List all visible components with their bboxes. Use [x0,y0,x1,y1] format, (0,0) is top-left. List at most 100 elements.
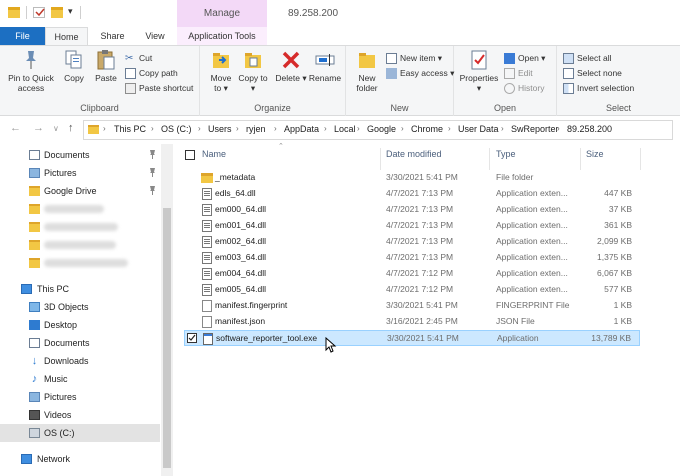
table-row[interactable]: software_reporter_tool.exe 3/30/2021 5:41… [184,330,640,346]
table-row[interactable]: em005_64.dll 4/7/2021 7:12 PM Application … [184,282,640,298]
rename-button[interactable]: Rename [308,49,342,83]
invert-selection-button[interactable]: Invert selection [563,81,634,96]
column-divider[interactable] [580,148,581,170]
table-row[interactable]: em002_64.dll 4/7/2021 7:13 PM Application … [184,234,640,250]
recent-locations-chevron-down-icon[interactable]: ∨ [53,124,59,133]
copy-path-button[interactable]: Copy path [125,66,178,81]
tab-file[interactable]: File [0,27,45,45]
up-arrow-icon[interactable]: ↑ [68,122,74,134]
breadcrumb-chrome[interactable]: Chrome [411,124,443,134]
breadcrumb-user-data[interactable]: User Data [458,124,499,134]
history-button[interactable]: History [504,81,544,96]
copy-to-button[interactable]: Copy to ▾ [238,49,268,93]
table-row[interactable]: em001_64.dll 4/7/2021 7:13 PM Application … [184,218,640,234]
tab-home[interactable]: Home [45,27,88,45]
table-row[interactable]: em004_64.dll 4/7/2021 7:12 PM Application … [184,266,640,282]
pin-icon[interactable] [149,168,156,177]
column-header-type[interactable]: Type [496,149,516,159]
pin-icon[interactable] [149,186,156,195]
nav-item-documents[interactable]: Documents [0,334,160,352]
pin-icon[interactable] [149,150,156,159]
nav-item-blurred[interactable] [0,200,160,218]
paste-button[interactable]: Paste [91,49,121,83]
column-divider[interactable] [640,148,641,170]
properties-check-icon[interactable] [33,7,45,18]
pin-to-quick-access-button[interactable]: Pin to Quick access [4,49,58,93]
new-folder-button[interactable]: New folder [351,49,383,93]
breadcrumb-separator[interactable]: › [324,124,327,133]
nav-item-videos[interactable]: Videos [0,406,160,424]
tab-application-tools[interactable]: Application Tools [177,27,267,45]
nav-item-google-drive[interactable]: Google Drive [0,182,160,200]
nav-item-pictures-quick[interactable]: Pictures [0,164,160,182]
nav-item-network[interactable]: Network [0,450,160,468]
edit-button[interactable]: Edit [504,66,533,81]
nav-item-desktop[interactable]: Desktop [0,316,160,334]
breadcrumb-separator[interactable]: › [236,124,239,133]
breadcrumb-google[interactable]: Google [367,124,396,134]
nav-item-blurred[interactable] [0,218,160,236]
breadcrumb-separator[interactable]: › [151,124,154,133]
nav-pane-scrollbar-thumb[interactable] [163,208,171,468]
tab-view[interactable]: View [136,27,174,45]
nav-item-pictures[interactable]: Pictures [0,388,160,406]
column-header-name[interactable]: Name [202,149,226,159]
back-arrow-icon[interactable]: ← [10,122,21,134]
breadcrumb-users[interactable]: Users [208,124,232,134]
nav-item-documents-quick[interactable]: Documents [0,146,160,164]
breadcrumb-separator[interactable]: › [448,124,451,133]
breadcrumb-separator[interactable]: › [401,124,404,133]
nav-item-3d-objects[interactable]: 3D Objects [0,298,160,316]
breadcrumb-separator[interactable]: › [557,124,560,133]
new-item-button[interactable]: New item ▾ [386,51,442,66]
nav-item-music[interactable]: ♪ Music [0,370,160,388]
column-header-date[interactable]: Date modified [386,149,442,159]
customize-toolbar-chevron-down-icon[interactable]: ▾ [68,6,73,17]
manage-tab[interactable]: Manage [177,0,267,27]
breadcrumb-local[interactable]: Local [334,124,356,134]
select-none-button[interactable]: Select none [563,66,622,81]
breadcrumb-separator[interactable]: › [274,124,277,133]
breadcrumb-separator[interactable]: › [198,124,201,133]
copy-button[interactable]: Copy [60,49,88,83]
table-row[interactable]: manifest.fingerprint 3/30/2021 5:41 PM FIN… [184,298,640,314]
column-divider[interactable] [380,148,381,170]
column-divider[interactable] [489,148,490,170]
pin-label: Pin to Quick access [8,73,54,93]
address-bar[interactable]: › This PC › OS (C:) › Users › ryjen › Ap… [83,120,673,140]
nav-item-downloads[interactable]: ↓ Downloads [0,352,160,370]
open-button[interactable]: Open ▾ [504,51,545,66]
cut-button[interactable]: ✂ Cut [125,51,152,66]
select-all-button[interactable]: Select all [563,51,612,66]
table-row[interactable]: _metadata 3/30/2021 5:41 PM File folder [184,170,640,186]
breadcrumb-swreporter[interactable]: SwReporter [511,124,559,134]
select-all-checkbox[interactable] [185,150,195,160]
column-header-size[interactable]: Size [586,149,604,159]
nav-item-os-c[interactable]: OS (C:) [0,424,160,442]
easy-access-button[interactable]: Easy access ▾ [386,66,454,81]
table-row[interactable]: edls_64.dll 4/7/2021 7:13 PM Application e… [184,186,640,202]
move-to-button[interactable]: Move to ▾ [206,49,236,93]
nav-item-blurred[interactable] [0,236,160,254]
breadcrumb-appdata[interactable]: AppData [284,124,319,134]
new-folder-icon[interactable] [51,7,63,18]
breadcrumb-current-folder[interactable]: 89.258.200 [567,124,612,134]
nav-item-this-pc[interactable]: This PC [0,280,160,298]
paste-clipboard-icon [97,50,115,70]
nav-item-blurred[interactable] [0,254,160,272]
breadcrumb-os-c[interactable]: OS (C:) [161,124,192,134]
delete-button[interactable]: Delete ▾ [275,49,307,83]
properties-button[interactable]: Properties ▾ [459,49,499,93]
tab-share[interactable]: Share [90,27,135,45]
breadcrumb-this-pc[interactable]: This PC [114,124,146,134]
breadcrumb-separator[interactable]: › [103,124,106,133]
table-row[interactable]: em000_64.dll 4/7/2021 7:13 PM Application … [184,202,640,218]
breadcrumb-ryjen[interactable]: ryjen [246,124,266,134]
table-row[interactable]: manifest.json 3/16/2021 2:45 PM JSON File 1… [184,314,640,330]
breadcrumb-separator[interactable]: › [501,124,504,133]
breadcrumb-separator[interactable]: › [357,124,360,133]
table-row[interactable]: em003_64.dll 4/7/2021 7:13 PM Application … [184,250,640,266]
forward-arrow-icon[interactable]: → [33,122,44,134]
paste-shortcut-button[interactable]: Paste shortcut [125,81,193,96]
row-checkbox[interactable] [187,333,197,343]
